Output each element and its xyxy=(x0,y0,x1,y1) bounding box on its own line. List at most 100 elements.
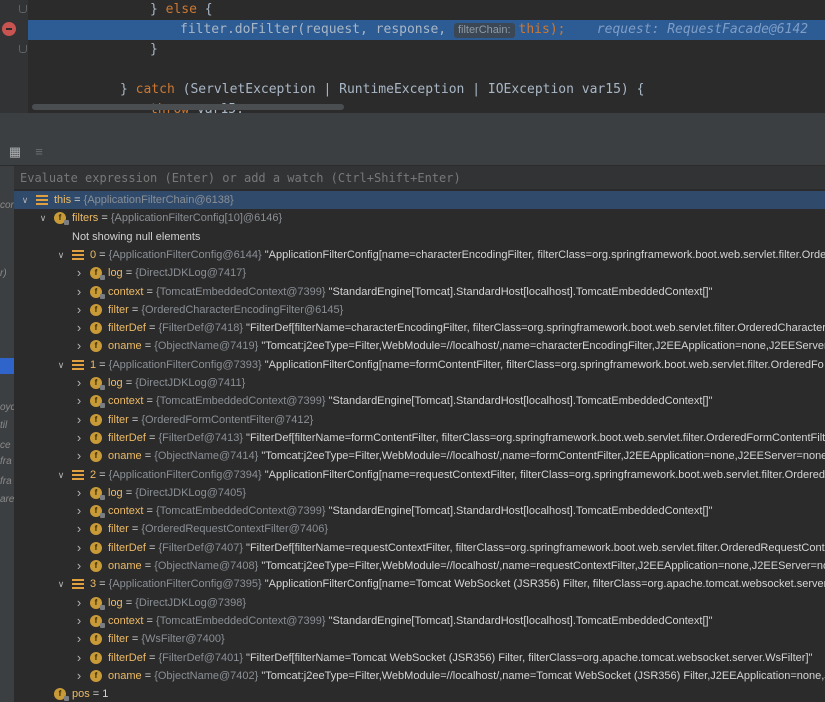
code-line-call[interactable]: filter.doFilter(request, response, filte… xyxy=(28,20,825,40)
tree-row[interactable]: › f filterDef = {FilterDef@7413} "FilterDe… xyxy=(14,429,825,447)
tree-row[interactable]: ∨ f filters = {ApplicationFilterConfig[10]… xyxy=(14,209,825,227)
tree-row[interactable]: › f filter = {OrderedRequestContextFilter@… xyxy=(14,520,825,538)
code-text: } xyxy=(150,40,158,60)
tree-row[interactable]: › f filterDef = {FilterDef@7401} "FilterDe… xyxy=(14,649,825,667)
editor-horizontal-scrollbar[interactable] xyxy=(32,104,344,110)
table-view-icon[interactable]: ▦ xyxy=(8,145,22,159)
tree-row[interactable]: › f context = {TomcatEmbeddedContext@7399}… xyxy=(14,283,825,301)
variable-equals: = xyxy=(128,523,142,536)
chevron-down-icon[interactable]: ∨ xyxy=(56,575,66,593)
tree-row[interactable]: › f oname = {ObjectName@7402} "Tomcat:j2ee… xyxy=(14,667,825,685)
variable-text: 1 = {ApplicationFilterConfig@7393} "Appl… xyxy=(90,356,824,374)
variable-text: filter = {WsFilter@7400} xyxy=(108,630,225,648)
tree-row[interactable]: ∨ 1 = {ApplicationFilterConfig@7393} "App… xyxy=(14,356,825,374)
tree-row[interactable]: › f filter = {WsFilter@7400} xyxy=(14,630,825,648)
code-line-close[interactable]: } xyxy=(0,40,825,60)
code-line-catch[interactable]: } catch (ServletException | RuntimeExcep… xyxy=(0,80,825,100)
code-line-else[interactable]: } else { xyxy=(0,0,825,20)
variable-name: filter xyxy=(108,413,129,426)
tree-row[interactable]: › f context = {TomcatEmbeddedContext@7399}… xyxy=(14,612,825,630)
selected-frame-tab[interactable] xyxy=(0,358,14,374)
variable-type: {ApplicationFilterConfig@6144} xyxy=(108,248,262,261)
variable-name: log xyxy=(108,486,123,499)
tree-row[interactable]: › f filterDef = {FilterDef@7418} "FilterDe… xyxy=(14,319,825,337)
variable-equals: = xyxy=(143,614,157,627)
field-icon: f xyxy=(90,340,102,353)
tree-row[interactable]: › f log = {DirectJDKLog@7405} xyxy=(14,484,825,502)
chevron-right-icon[interactable]: › xyxy=(74,502,84,520)
chevron-right-icon[interactable]: › xyxy=(74,301,84,319)
chevron-right-icon[interactable]: › xyxy=(74,392,84,410)
chevron-right-icon[interactable]: › xyxy=(74,337,84,355)
chevron-right-icon[interactable]: › xyxy=(74,429,84,447)
tree-row[interactable]: ∨ this = {ApplicationFilterChain@6138} xyxy=(14,191,825,209)
tree-row[interactable]: › f oname = {ObjectName@7419} "Tomcat:j2ee… xyxy=(14,337,825,355)
tree-row[interactable]: › f filter = {OrderedFormContentFilter@741… xyxy=(14,411,825,429)
tree-row[interactable]: › f filter = {OrderedCharacterEncodingFilt… xyxy=(14,301,825,319)
layout-settings-icon[interactable]: ≡ xyxy=(32,145,46,159)
variable-equals: = xyxy=(122,377,136,389)
chevron-right-icon[interactable]: › xyxy=(74,283,84,301)
variable-value: "ApplicationFilterConfig[name=Tomcat Web… xyxy=(261,578,825,591)
tree-row[interactable]: › f log = {DirectJDKLog@7417} xyxy=(14,264,825,282)
variable-name: context xyxy=(108,505,144,518)
code-this: this); xyxy=(518,22,566,37)
variable-text: this = {ApplicationFilterChain@6138} xyxy=(54,191,234,209)
field-icon: f xyxy=(90,377,105,390)
breakpoint-icon[interactable] xyxy=(2,22,16,36)
tree-row[interactable]: › f filterDef = {FilterDef@7407} "FilterDe… xyxy=(14,539,825,557)
frame-label-fragment: are xyxy=(0,494,14,505)
tree-row[interactable]: ∨ 0 = {ApplicationFilterConfig@6144} "App… xyxy=(14,246,825,264)
chevron-down-icon[interactable]: ∨ xyxy=(56,356,66,374)
field-icon: f xyxy=(90,669,102,682)
chevron-down-icon[interactable]: ∨ xyxy=(20,191,30,209)
tree-row[interactable]: › f context = {TomcatEmbeddedContext@7399}… xyxy=(14,502,825,520)
variable-text: filterDef = {FilterDef@7418} "FilterDef[… xyxy=(108,319,825,337)
tree-row[interactable]: Not showing null elements xyxy=(14,228,825,246)
chevron-right-icon[interactable]: › xyxy=(74,557,84,575)
tree-row[interactable]: f pos = 1 xyxy=(14,685,825,702)
variable-text: oname = {ObjectName@7419} "Tomcat:j2eeTy… xyxy=(108,337,825,355)
variable-type: {TomcatEmbeddedContext@7399} xyxy=(156,395,326,408)
variable-equals: = xyxy=(89,688,103,701)
variable-name: log xyxy=(108,377,123,389)
frames-panel-edge: con r) oyc til ce fra fra are xyxy=(0,166,14,702)
evaluate-expression-input[interactable]: Evaluate expression (Enter) or add a wat… xyxy=(14,166,825,190)
chevron-right-icon[interactable]: › xyxy=(74,411,84,429)
chevron-right-icon[interactable]: › xyxy=(74,264,84,282)
chevron-right-icon[interactable]: › xyxy=(74,319,84,337)
tree-row[interactable]: › f log = {DirectJDKLog@7398} xyxy=(14,594,825,612)
array-icon xyxy=(72,249,84,260)
variable-value: "Tomcat:j2eeType=Filter,WebModule=//loca… xyxy=(258,450,825,463)
field-icon: f xyxy=(90,560,102,572)
tree-row[interactable]: ∨ 2 = {ApplicationFilterConfig@7394} "App… xyxy=(14,466,825,484)
chevron-right-icon[interactable]: › xyxy=(74,539,84,557)
chevron-right-icon[interactable]: › xyxy=(74,484,84,502)
variable-name: filter xyxy=(108,303,129,316)
chevron-right-icon[interactable]: › xyxy=(74,649,84,667)
variable-text: pos = 1 xyxy=(72,685,108,702)
chevron-right-icon[interactable]: › xyxy=(74,630,84,648)
tree-row[interactable]: › f context = {TomcatEmbeddedContext@7399}… xyxy=(14,392,825,410)
chevron-right-icon[interactable]: › xyxy=(74,667,84,685)
variable-equals: = xyxy=(145,431,159,444)
variable-name: filter xyxy=(108,633,129,646)
chevron-right-icon[interactable]: › xyxy=(74,612,84,630)
chevron-right-icon[interactable]: › xyxy=(74,374,84,392)
chevron-down-icon[interactable]: ∨ xyxy=(56,246,66,264)
chevron-down-icon[interactable]: ∨ xyxy=(38,209,48,227)
chevron-right-icon[interactable]: › xyxy=(74,447,84,465)
panel-divider[interactable] xyxy=(0,113,825,142)
chevron-right-icon[interactable]: › xyxy=(74,594,84,612)
chevron-down-icon[interactable]: ∨ xyxy=(56,466,66,484)
tree-row[interactable]: › f oname = {ObjectName@7408} "Tomcat:j2ee… xyxy=(14,557,825,575)
variable-type: {OrderedRequestContextFilter@7406} xyxy=(141,523,328,536)
chevron-right-icon[interactable]: › xyxy=(74,520,84,538)
tree-row[interactable]: ∨ 3 = {ApplicationFilterConfig@7395} "App… xyxy=(14,575,825,593)
tree-row[interactable]: › f oname = {ObjectName@7414} "Tomcat:j2ee… xyxy=(14,447,825,465)
variable-equals: = xyxy=(128,633,142,646)
code-editor[interactable]: } else {filter.doFilter(request, respons… xyxy=(0,0,825,113)
variable-equals: = xyxy=(122,596,136,609)
variables-tree[interactable]: ∨ this = {ApplicationFilterChain@6138} ∨ f f… xyxy=(14,191,825,702)
tree-row[interactable]: › f log = {DirectJDKLog@7411} xyxy=(14,374,825,392)
